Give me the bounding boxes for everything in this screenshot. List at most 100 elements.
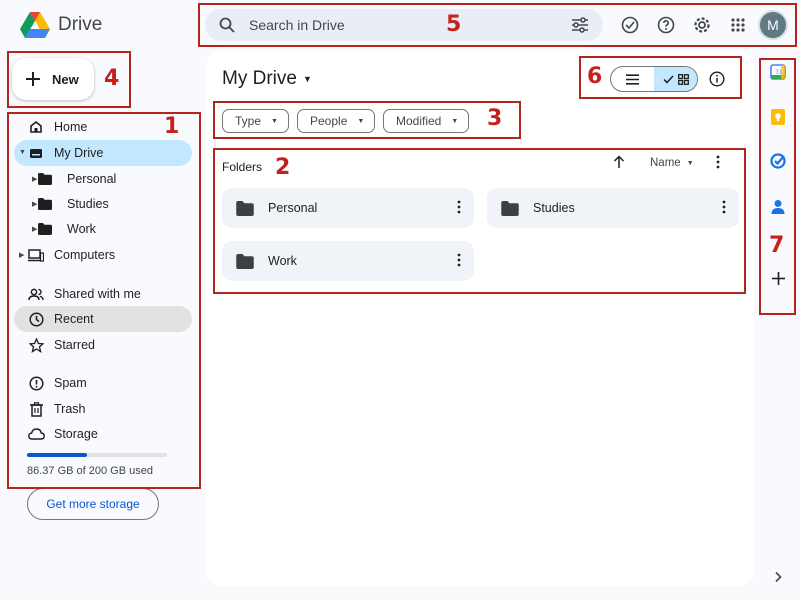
caret-down-icon: ▼ <box>686 159 694 167</box>
home-icon <box>26 117 46 137</box>
search-bar[interactable]: Search in Drive <box>205 9 603 41</box>
folder-card-work[interactable]: Work <box>222 241 474 281</box>
sort-by-label: Name <box>650 157 681 169</box>
main-content-panel <box>206 52 754 586</box>
keep-app-button[interactable] <box>769 108 787 126</box>
folder-name: Personal <box>268 201 318 215</box>
sidebar-item-label: Storage <box>54 427 98 441</box>
sidebar-item-work[interactable]: ▶ Work <box>27 216 192 242</box>
filter-chip-type[interactable]: Type ▼ <box>222 109 289 133</box>
sidebar-item-starred[interactable]: Starred <box>14 332 192 358</box>
sidebar-item-home[interactable]: Home <box>14 114 192 140</box>
spam-icon <box>26 373 46 393</box>
folder-more-button[interactable] <box>456 199 462 218</box>
filter-chip-label: People <box>310 114 348 128</box>
caret-down-icon: ▼ <box>271 117 278 125</box>
details-button[interactable] <box>706 68 728 90</box>
app-name: Drive <box>58 14 103 35</box>
settings-button[interactable] <box>688 9 716 41</box>
apps-grid-icon <box>731 18 745 32</box>
list-icon <box>626 73 639 85</box>
add-addon-button[interactable] <box>769 269 787 287</box>
apps-button[interactable] <box>724 9 752 41</box>
sidebar-item-label: Work <box>67 222 96 236</box>
star-icon <box>26 335 46 355</box>
sidebar-item-label: Studies <box>67 197 109 211</box>
expand-caret-icon[interactable]: ▶ <box>32 175 37 183</box>
new-button[interactable]: New <box>12 58 94 100</box>
view-toggle[interactable] <box>610 66 698 92</box>
sidebar-item-label: My Drive <box>54 146 104 160</box>
list-view-button[interactable] <box>611 67 654 91</box>
sidebar-item-spam[interactable]: Spam <box>14 370 192 396</box>
sidebar-item-label: Home <box>54 120 88 134</box>
sidebar-item-studies[interactable]: ▶ Studies <box>27 191 192 217</box>
folder-icon <box>35 219 55 239</box>
get-more-storage-button[interactable]: Get more storage <box>27 488 159 520</box>
page-title-text: My Drive <box>222 68 297 89</box>
more-vert-icon <box>722 200 726 214</box>
trash-icon <box>26 399 46 419</box>
expand-caret-icon[interactable]: ▶ <box>32 225 37 233</box>
sidebar-item-trash[interactable]: Trash <box>14 396 192 422</box>
sidebar-item-label: Spam <box>54 376 87 390</box>
more-vert-icon <box>716 155 720 169</box>
more-options-button[interactable] <box>715 155 721 174</box>
filter-chip-modified[interactable]: Modified ▼ <box>383 109 470 133</box>
sort-by-button[interactable]: Name ▼ <box>650 157 694 169</box>
account-avatar[interactable]: M <box>758 10 788 40</box>
folder-more-button[interactable] <box>456 252 462 271</box>
folder-icon <box>35 169 55 189</box>
grid-view-button[interactable] <box>654 67 697 91</box>
sidebar-item-shared-with-me[interactable]: Shared with me <box>14 281 192 307</box>
contacts-app-button[interactable] <box>769 198 787 216</box>
expand-caret-icon[interactable]: ▼ <box>19 149 26 156</box>
search-options-icon[interactable] <box>571 17 589 33</box>
arrow-up-icon <box>613 155 625 168</box>
sidebar-item-my-drive[interactable]: ▼ My Drive <box>14 140 192 166</box>
expand-caret-icon[interactable]: ▶ <box>32 200 37 208</box>
check-icon <box>662 74 674 84</box>
section-title: Folders <box>222 160 263 174</box>
folder-icon <box>236 200 254 216</box>
calendar-icon: 31 <box>770 64 786 80</box>
tasks-app-button[interactable] <box>769 152 787 170</box>
filter-chip-people[interactable]: People ▼ <box>297 109 376 133</box>
search-input[interactable]: Search in Drive <box>249 17 571 33</box>
folder-icon <box>501 200 519 216</box>
sidebar-item-computers[interactable]: ▶ Computers <box>14 242 192 268</box>
search-icon <box>219 17 235 33</box>
sidebar-item-recent[interactable]: Recent <box>14 306 192 332</box>
calendar-app-button[interactable]: 31 <box>769 63 787 81</box>
expand-caret-icon[interactable]: ▶ <box>19 251 24 259</box>
page-title[interactable]: My Drive ▼ <box>222 68 312 90</box>
chevron-right-icon <box>775 571 782 583</box>
folder-icon <box>236 253 254 269</box>
filter-chip-label: Type <box>235 114 262 128</box>
contacts-icon <box>771 200 785 214</box>
clock-icon <box>26 309 46 329</box>
drive-logo[interactable]: Drive <box>20 10 102 40</box>
sidebar-item-personal[interactable]: ▶ Personal <box>27 166 192 192</box>
offline-ready-button[interactable] <box>616 9 644 41</box>
annotation-label: 7 <box>769 233 785 258</box>
sidebar-item-storage[interactable]: Storage <box>14 421 192 447</box>
folder-card-studies[interactable]: Studies <box>487 188 739 228</box>
sidebar-item-label: Starred <box>54 338 95 352</box>
folder-card-personal[interactable]: Personal <box>222 188 474 228</box>
plus-icon <box>771 271 785 285</box>
drive-icon <box>26 143 46 163</box>
help-icon <box>657 16 675 34</box>
keep-icon <box>771 109 785 125</box>
folder-more-button[interactable] <box>721 199 727 218</box>
sidebar-item-label: Personal <box>67 172 117 186</box>
sort-direction-button[interactable] <box>613 155 625 174</box>
more-vert-icon <box>457 253 461 267</box>
hide-side-panel-button[interactable] <box>769 568 787 586</box>
computer-icon <box>26 245 46 265</box>
tasks-icon <box>770 153 786 169</box>
check-circle-icon <box>621 16 639 34</box>
caret-down-icon: ▼ <box>451 117 459 125</box>
help-button[interactable] <box>652 9 680 41</box>
grid-icon <box>677 73 689 85</box>
